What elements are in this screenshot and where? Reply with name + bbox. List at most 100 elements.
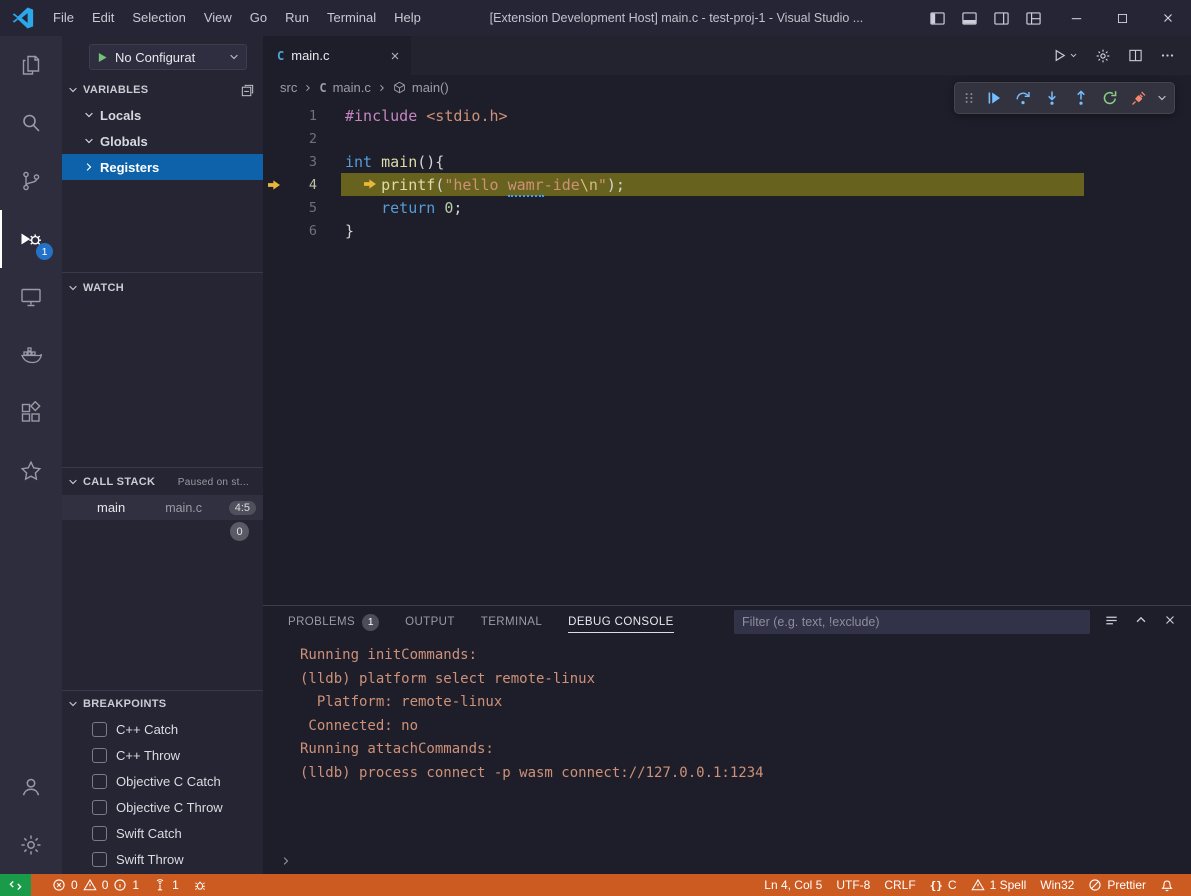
activity-remote-explorer-icon[interactable] xyxy=(0,268,62,326)
breakpoint-gutter[interactable] xyxy=(263,179,285,191)
activity-account-icon[interactable] xyxy=(0,758,62,816)
checkbox[interactable] xyxy=(92,722,107,737)
menu-selection[interactable]: Selection xyxy=(123,0,194,36)
layout-customize-button[interactable] xyxy=(1019,0,1047,36)
tab-main.c[interactable]: C main.c xyxy=(263,36,411,75)
stack-frame-main[interactable]: main main.c 4:5 xyxy=(62,495,263,520)
disconnect-button[interactable] xyxy=(1126,85,1152,111)
code-line[interactable]: 3int main(){ xyxy=(263,150,1191,173)
collapse-all-icon[interactable] xyxy=(240,83,255,98)
variables-section-header[interactable]: VARIABLES xyxy=(62,78,263,102)
checkbox[interactable] xyxy=(92,774,107,789)
breakpoint-c-throw[interactable]: C++ Throw xyxy=(62,742,263,768)
activity-run-debug-icon[interactable]: 1 xyxy=(0,210,62,268)
layout-panel-button[interactable] xyxy=(955,0,983,36)
console-filter-input[interactable] xyxy=(734,610,1090,634)
menu-view[interactable]: View xyxy=(195,0,241,36)
step-over-button[interactable] xyxy=(1010,85,1036,111)
notifications[interactable] xyxy=(1153,874,1181,896)
problems-summary[interactable]: 001 xyxy=(45,874,146,896)
chevron-down-button[interactable] xyxy=(1155,85,1169,111)
layout-sidebar-button[interactable] xyxy=(923,0,951,36)
debug-config-label: No Configurat xyxy=(115,50,222,65)
breakpoint-swift-throw[interactable]: Swift Throw xyxy=(62,846,263,872)
activity-star-icon[interactable] xyxy=(0,442,62,500)
code-line[interactable]: 2 xyxy=(263,127,1191,150)
filter-lines-button[interactable] xyxy=(1104,613,1119,631)
menu-help[interactable]: Help xyxy=(385,0,430,36)
breakpoint-swift-catch[interactable]: Swift Catch xyxy=(62,820,263,846)
scope-registers[interactable]: Registers xyxy=(62,154,263,180)
restart-button[interactable] xyxy=(1097,85,1123,111)
breakpoint-c-catch[interactable]: C++ Catch xyxy=(62,716,263,742)
console-line: Running attachCommands: xyxy=(300,738,1191,762)
split-editor-button[interactable] xyxy=(1128,48,1143,63)
code-editor[interactable]: 1#include <stdio.h>23int main(){4 printf… xyxy=(263,100,1191,242)
watch-title: WATCH xyxy=(83,282,124,294)
prettier[interactable]: Prettier xyxy=(1081,874,1153,896)
close-button[interactable] xyxy=(1163,613,1177,631)
breakpoint-objective-c-throw[interactable]: Objective C Throw xyxy=(62,794,263,820)
scope-globals[interactable]: Globals xyxy=(62,128,263,154)
close-tab-icon[interactable] xyxy=(389,50,401,62)
gear-button[interactable] xyxy=(1095,48,1111,64)
panel-tab-debug-console[interactable]: DEBUG CONSOLE xyxy=(568,606,674,638)
step-out-icon xyxy=(1073,90,1089,106)
checkbox[interactable] xyxy=(92,852,107,867)
remote-indicator[interactable] xyxy=(0,874,31,896)
maximize-button[interactable] xyxy=(1099,0,1145,36)
language-mode[interactable]: {}C xyxy=(923,874,964,896)
minimize-button[interactable] xyxy=(1053,0,1099,36)
layout-sidebar-right-button[interactable] xyxy=(987,0,1015,36)
step-into-button[interactable] xyxy=(1039,85,1065,111)
menu-edit[interactable]: Edit xyxy=(83,0,123,36)
continue-button[interactable] xyxy=(981,85,1007,111)
code-line[interactable]: 6} xyxy=(263,219,1191,242)
breadcrumb-item[interactable]: main.c xyxy=(333,80,371,95)
encoding[interactable]: UTF-8 xyxy=(829,874,877,896)
panel-tab-problems[interactable]: PROBLEMS1 xyxy=(288,606,379,638)
debug-config-dropdown[interactable]: No Configurat xyxy=(89,44,247,70)
watch-section-header[interactable]: WATCH xyxy=(62,276,263,300)
menu-run[interactable]: Run xyxy=(276,0,318,36)
activity-extensions-icon[interactable] xyxy=(0,384,62,442)
activity-source-control-icon[interactable] xyxy=(0,152,62,210)
activity-docker-icon[interactable] xyxy=(0,326,62,384)
call-stack-section-header[interactable]: CALL STACK Paused on st... xyxy=(62,470,263,494)
code-line[interactable]: 5 return 0; xyxy=(263,196,1191,219)
chevron-up-button[interactable] xyxy=(1134,613,1148,631)
breakpoints-section-header[interactable]: BREAKPOINTS xyxy=(62,692,263,716)
chevron-down-icon xyxy=(67,282,79,294)
extensions-icon xyxy=(19,401,43,425)
platform[interactable]: Win32 xyxy=(1033,874,1081,896)
window-title: [Extension Development Host] main.c - te… xyxy=(430,11,923,25)
ellipsis-button[interactable] xyxy=(1160,48,1175,63)
activity-settings-gear-icon[interactable] xyxy=(0,816,62,874)
close-button[interactable] xyxy=(1145,0,1191,36)
forwarded-ports[interactable]: 1 xyxy=(146,874,186,896)
vscode-logo-icon xyxy=(12,7,34,29)
scope-locals[interactable]: Locals xyxy=(62,102,263,128)
eol[interactable]: CRLF xyxy=(877,874,922,896)
breadcrumb-item[interactable]: src xyxy=(280,80,297,95)
panel-tab-output[interactable]: OUTPUT xyxy=(405,606,455,638)
panel-tab-terminal[interactable]: TERMINAL xyxy=(481,606,542,638)
cursor-position[interactable]: Ln 4, Col 5 xyxy=(757,874,829,896)
run-button[interactable] xyxy=(1052,48,1078,63)
activity-explorer-icon[interactable] xyxy=(0,36,62,94)
checkbox[interactable] xyxy=(92,826,107,841)
menu-go[interactable]: Go xyxy=(241,0,276,36)
debug-console-repl-input[interactable] xyxy=(300,854,1191,869)
breakpoint-objective-c-catch[interactable]: Objective C Catch xyxy=(62,768,263,794)
step-out-button[interactable] xyxy=(1068,85,1094,111)
breadcrumb-item[interactable]: main() xyxy=(412,80,449,95)
spell-checker[interactable]: 1 Spell xyxy=(964,874,1034,896)
menu-terminal[interactable]: Terminal xyxy=(318,0,385,36)
menu-file[interactable]: File xyxy=(44,0,83,36)
checkbox[interactable] xyxy=(92,748,107,763)
checkbox[interactable] xyxy=(92,800,107,815)
chevron-down-icon xyxy=(83,109,95,121)
code-line[interactable]: 4 printf("hello wamr-ide\n"); xyxy=(263,173,1191,196)
debug-status[interactable] xyxy=(186,874,214,896)
activity-search-icon[interactable] xyxy=(0,94,62,152)
